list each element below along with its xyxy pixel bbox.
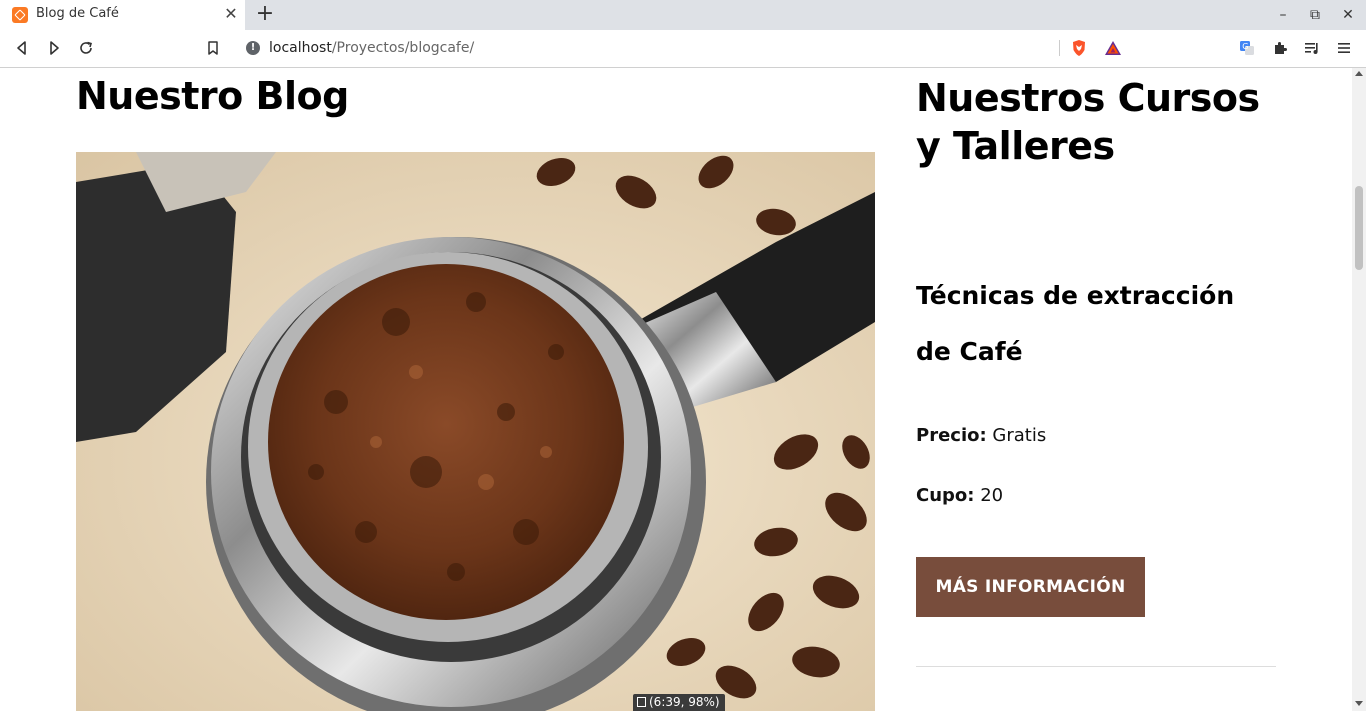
quota-label: Cupo: <box>916 485 975 506</box>
url-path: /Proyectos/blogcafe/ <box>331 40 475 56</box>
window-close-icon[interactable]: ✕ <box>1339 6 1357 24</box>
url-text[interactable]: localhost/Proyectos/blogcafe/ <box>269 40 474 56</box>
bookmark-icon[interactable] <box>203 38 223 58</box>
xampp-favicon-icon <box>12 7 28 23</box>
back-icon[interactable] <box>12 38 32 58</box>
reload-icon[interactable] <box>76 38 96 58</box>
status-overlay: (6:39, 98%) <box>633 694 725 711</box>
scroll-up-icon[interactable] <box>1355 71 1363 76</box>
brave-shields-icon[interactable] <box>1070 39 1088 57</box>
price-label: Precio: <box>916 425 987 446</box>
price-value: Gratis <box>992 425 1047 446</box>
page-scrollbar[interactable] <box>1352 68 1366 711</box>
status-text: (6:39, 98%) <box>649 695 720 709</box>
translate-icon[interactable]: G <box>1237 38 1257 58</box>
brave-rewards-icon[interactable] <box>1104 39 1122 57</box>
tab-blog-de-cafe[interactable]: Blog de Café ✕ <box>0 0 245 30</box>
forward-icon[interactable] <box>44 38 64 58</box>
site-info-icon[interactable]: ! <box>246 41 260 55</box>
omnibox-separator <box>1059 40 1060 56</box>
url-host: localhost <box>269 40 332 56</box>
course-divider <box>916 666 1276 667</box>
browser-toolbar: ! localhost/Proyectos/blogcafe/ G <box>0 30 1366 68</box>
more-info-button[interactable]: MÁS INFORMACIÓN <box>916 557 1145 617</box>
courses-heading: Nuestros Cursos y Talleres <box>916 76 1260 168</box>
blog-hero-image[interactable] <box>76 152 875 711</box>
new-tab-button[interactable]: + <box>254 3 276 26</box>
blog-heading: Nuestro Blog <box>76 74 349 118</box>
tab-strip: Blog de Café ✕ + – ⧉ ✕ <box>0 0 1366 30</box>
address-bar[interactable]: ! localhost/Proyectos/blogcafe/ <box>236 34 1130 62</box>
media-controls-icon[interactable] <box>1302 38 1322 58</box>
extensions-icon[interactable] <box>1270 38 1290 58</box>
svg-text:G: G <box>1242 42 1248 51</box>
page-viewport: Nuestro Blog Nuestros Cursos y Talleres … <box>0 68 1352 711</box>
quota-value: 20 <box>980 485 1004 506</box>
minimize-icon[interactable]: – <box>1274 6 1292 24</box>
scroll-thumb[interactable] <box>1355 186 1363 270</box>
course-quota: Cupo: 20 <box>916 485 1003 506</box>
menu-icon[interactable] <box>1334 38 1354 58</box>
scroll-down-icon[interactable] <box>1355 701 1363 706</box>
espresso-portafilter-image <box>76 152 875 711</box>
tab-close-icon[interactable]: ✕ <box>222 5 240 23</box>
document-icon <box>637 697 646 707</box>
tab-title: Blog de Café <box>36 6 119 21</box>
restore-icon[interactable]: ⧉ <box>1306 6 1324 24</box>
course-price: Precio: Gratis <box>916 425 1046 446</box>
course-name: Técnicas de extracción de Café <box>916 281 1235 366</box>
